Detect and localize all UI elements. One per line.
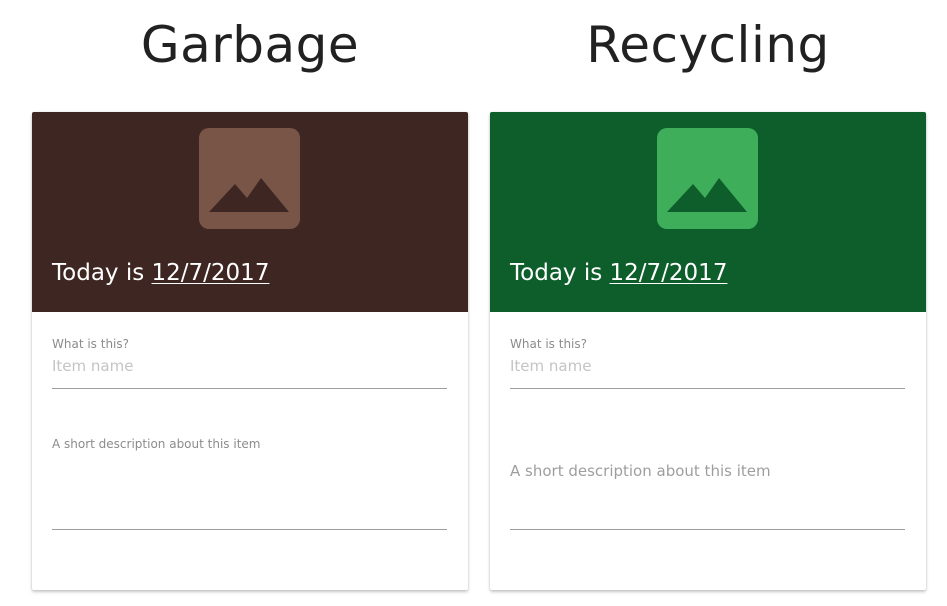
recycling-heading: Recycling: [586, 16, 830, 74]
page: Garbage Recycling Today is 12/7/2017 Wha…: [0, 0, 947, 606]
date-line: Today is 12/7/2017: [510, 257, 727, 289]
date-line: Today is 12/7/2017: [52, 257, 269, 289]
item-name-underline: [510, 388, 905, 389]
description-underline: [52, 529, 447, 530]
date-link[interactable]: 12/7/2017: [152, 260, 270, 286]
date-prefix: Today is: [510, 260, 603, 286]
garbage-heading: Garbage: [140, 16, 360, 74]
date-link[interactable]: 12/7/2017: [610, 260, 728, 286]
date-prefix: Today is: [52, 260, 145, 286]
recycling-card-header: Today is 12/7/2017: [490, 112, 926, 312]
item-name-field: What is this?: [510, 336, 905, 389]
item-name-label: What is this?: [510, 337, 588, 351]
item-name-label: What is this?: [52, 337, 130, 351]
garbage-card-header: Today is 12/7/2017: [32, 112, 468, 312]
image-placeholder-icon[interactable]: [199, 128, 300, 229]
description-label: A short description about this item: [510, 462, 771, 480]
item-name-underline: [52, 388, 447, 389]
garbage-card: Today is 12/7/2017 What is this? A short…: [32, 112, 468, 590]
item-name-input[interactable]: [510, 354, 905, 378]
description-field[interactable]: A short description about this item: [510, 461, 905, 530]
item-name-field: What is this?: [52, 336, 447, 389]
item-name-input[interactable]: [52, 354, 447, 378]
description-field[interactable]: A short description about this item: [52, 436, 447, 530]
description-label: A short description about this item: [52, 437, 261, 451]
description-underline: [510, 529, 905, 530]
image-placeholder-icon[interactable]: [657, 128, 758, 229]
recycling-card: Today is 12/7/2017 What is this? A short…: [490, 112, 926, 590]
